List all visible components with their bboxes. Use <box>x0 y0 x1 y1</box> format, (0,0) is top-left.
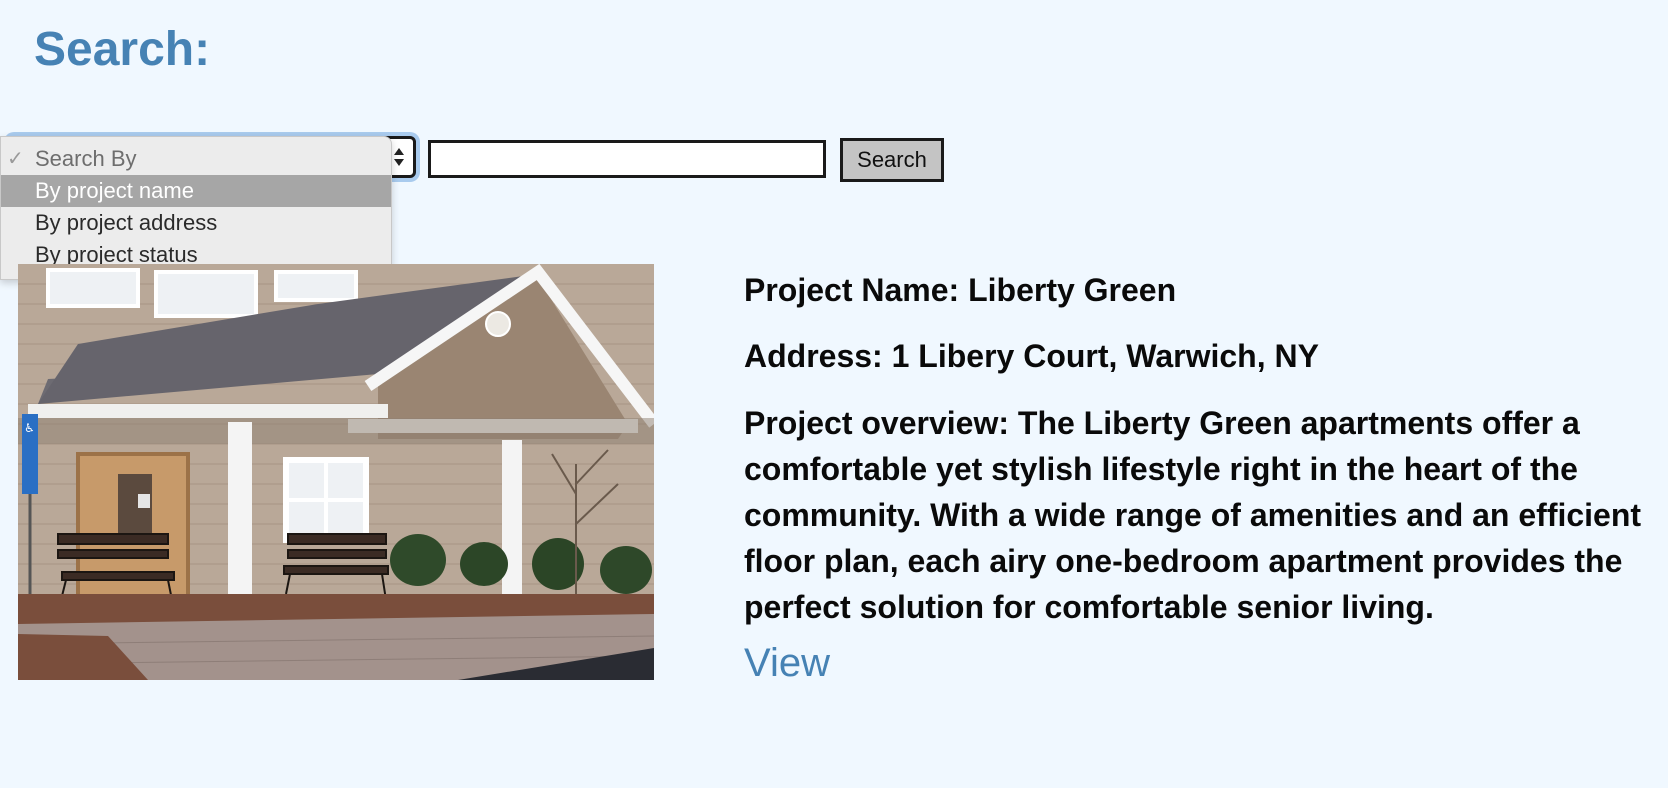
project-info: Project Name: Liberty Green Address: 1 L… <box>744 268 1644 688</box>
svg-text:♿: ♿ <box>24 421 35 435</box>
search-input[interactable] <box>428 140 826 178</box>
view-link[interactable]: View <box>744 638 830 688</box>
dropdown-option-label: By project name <box>35 178 194 203</box>
project-name: Project Name: Liberty Green <box>744 272 1177 308</box>
search-button[interactable]: Search <box>840 138 944 182</box>
project-photo: ♿ <box>18 264 654 680</box>
page-title: Search: <box>34 23 211 76</box>
project-overview: Project overview: The Liberty Green apar… <box>744 405 1642 625</box>
search-by-dropdown[interactable]: ✓ Search By By project name By project a… <box>0 136 392 280</box>
dropdown-option-label: Search By <box>35 146 137 171</box>
project-address: Address: 1 Libery Court, Warwich, NY <box>744 338 1319 374</box>
select-arrows-icon <box>394 148 404 166</box>
dropdown-option-search-by[interactable]: ✓ Search By <box>1 143 391 175</box>
dropdown-option-project-address[interactable]: By project address <box>1 207 391 239</box>
dropdown-option-project-name[interactable]: By project name <box>1 175 391 207</box>
check-icon: ✓ <box>7 148 24 170</box>
dropdown-option-label: By project address <box>35 210 218 235</box>
